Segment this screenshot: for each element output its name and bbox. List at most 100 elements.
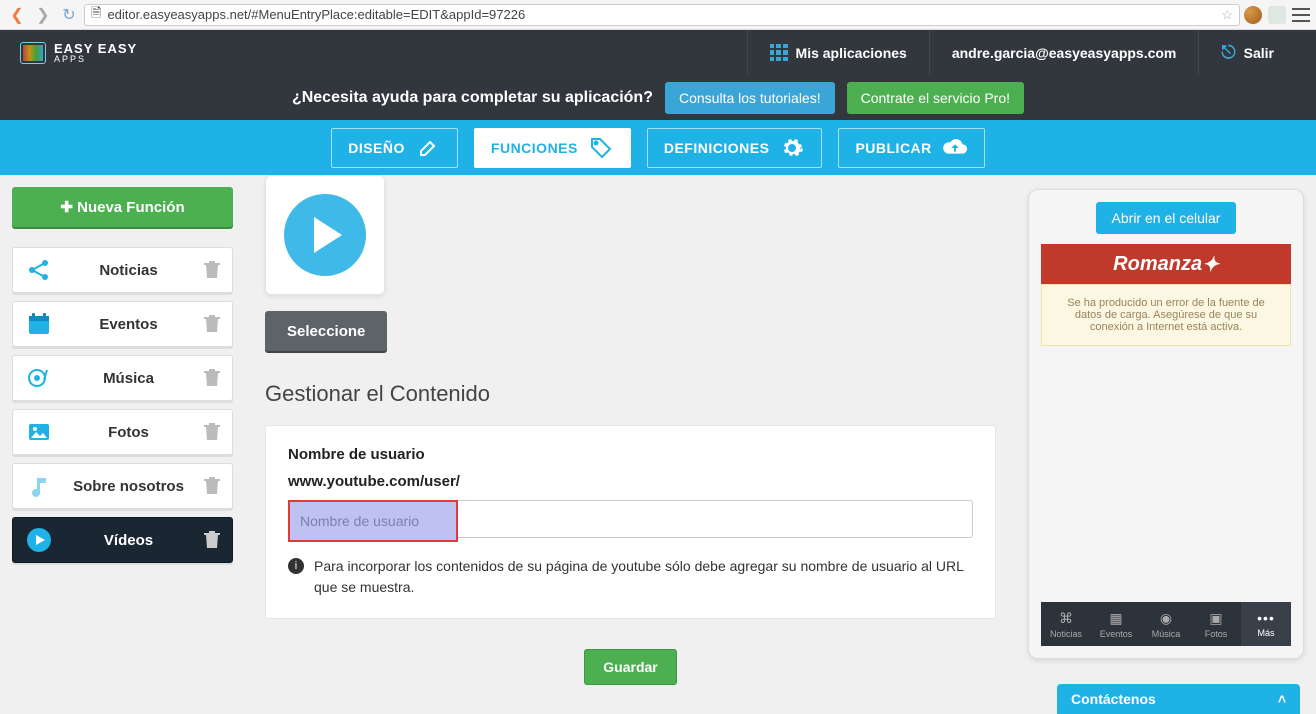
preview-app-title: Romanza bbox=[1113, 253, 1202, 276]
logo-line2: APPS bbox=[54, 55, 137, 64]
open-on-phone-button[interactable]: Abrir en el celular bbox=[1096, 202, 1237, 234]
browser-url-bar[interactable]: 🗎 editor.easyeasyapps.net/#MenuEntryPlac… bbox=[84, 4, 1240, 26]
help-question: ¿Necesita ayuda para completar su aplica… bbox=[292, 89, 653, 107]
tab-publish[interactable]: PUBLICAR bbox=[838, 128, 984, 168]
browser-chrome: ❮ ❯ ↻ 🗎 editor.easyeasyapps.net/#MenuEnt… bbox=[0, 0, 1316, 30]
cookie-extension-icon[interactable] bbox=[1244, 6, 1262, 24]
info-icon: i bbox=[288, 558, 304, 574]
phone-preview-panel: Abrir en el celular Romanza✦ Se ha produ… bbox=[1016, 175, 1316, 714]
plus-icon: ✚ bbox=[60, 199, 77, 216]
vinyl-icon bbox=[25, 364, 53, 392]
tab-publish-label: PUBLICAR bbox=[855, 140, 931, 156]
new-function-label: Nueva Función bbox=[77, 199, 185, 216]
field-label: Nombre de usuario bbox=[288, 446, 973, 463]
logo-icon bbox=[20, 42, 46, 64]
sidebar-item-label: Música bbox=[65, 370, 192, 387]
sidebar-item-fotos[interactable]: Fotos bbox=[12, 409, 233, 455]
preview-tab-noticias[interactable]: ⌘Noticias bbox=[1041, 602, 1091, 646]
page-icon: 🗎 bbox=[91, 4, 101, 26]
highlighted-input-wrapper bbox=[288, 500, 458, 542]
sidebar-item-label: Sobre nosotros bbox=[65, 478, 192, 495]
sidebar-item-label: Vídeos bbox=[65, 532, 192, 549]
preview-app-header: Romanza✦ bbox=[1041, 244, 1291, 284]
share-icon: ⌘ bbox=[1059, 610, 1073, 627]
tab-design-label: DISEÑO bbox=[348, 140, 405, 156]
my-apps-link[interactable]: Mis aplicaciones bbox=[747, 30, 929, 75]
sidebar-item-musica[interactable]: Música bbox=[12, 355, 233, 401]
sidebar-item-label: Noticias bbox=[65, 262, 192, 279]
exit-link[interactable]: ⎋ Salir bbox=[1198, 30, 1296, 75]
tab-design[interactable]: DISEÑO bbox=[331, 128, 458, 168]
save-button[interactable]: Guardar bbox=[584, 649, 676, 685]
calendar-icon: ▦ bbox=[1109, 610, 1122, 627]
trash-icon[interactable] bbox=[204, 369, 220, 387]
contact-label: Contáctenos bbox=[1071, 691, 1156, 707]
trash-icon[interactable] bbox=[204, 477, 220, 495]
apps-grid-icon bbox=[770, 44, 788, 62]
sidebar-item-label: Eventos bbox=[65, 316, 192, 333]
select-icon-button[interactable]: Seleccione bbox=[265, 311, 387, 351]
trash-icon[interactable] bbox=[204, 261, 220, 279]
bookmark-star-icon[interactable]: ☆ bbox=[1221, 7, 1233, 23]
music-note-icon bbox=[25, 472, 53, 500]
preview-tab-musica[interactable]: ◉Música bbox=[1141, 602, 1191, 646]
browser-back-button[interactable]: ❮ bbox=[6, 4, 28, 26]
new-function-button[interactable]: ✚ Nueva Función bbox=[12, 187, 233, 227]
browser-url: editor.easyeasyapps.net/#MenuEntryPlace:… bbox=[107, 7, 525, 22]
tag-icon bbox=[588, 135, 614, 161]
trash-icon[interactable] bbox=[204, 315, 220, 333]
user-email: andre.garcia@easyeasyapps.com bbox=[952, 45, 1177, 61]
hire-pro-button[interactable]: Contrate el servicio Pro! bbox=[847, 82, 1024, 114]
app-top-bar: EASY EASY APPS Mis aplicaciones andre.ga… bbox=[0, 30, 1316, 75]
browser-menu-icon[interactable] bbox=[1292, 8, 1310, 22]
preview-tab-eventos[interactable]: ▦Eventos bbox=[1091, 602, 1141, 646]
sidebar-item-eventos[interactable]: Eventos bbox=[12, 301, 233, 347]
extension-icon[interactable] bbox=[1268, 6, 1286, 24]
play-circle-icon bbox=[25, 526, 53, 554]
contact-us-bar[interactable]: Contáctenos ˄ bbox=[1057, 684, 1300, 714]
section-title: Gestionar el Contenido bbox=[265, 381, 996, 407]
exit-icon: ⎋ bbox=[1221, 42, 1235, 63]
url-prefix: www.youtube.com/user/ bbox=[288, 473, 973, 490]
hint-row: i Para incorporar los contenidos de su p… bbox=[288, 556, 973, 598]
chevron-up-icon: ˄ bbox=[1278, 691, 1286, 707]
my-apps-label: Mis aplicaciones bbox=[796, 45, 907, 61]
vinyl-icon: ◉ bbox=[1160, 610, 1172, 627]
tutorials-button[interactable]: Consulta los tutoriales! bbox=[665, 82, 835, 114]
user-email-link[interactable]: andre.garcia@easyeasyapps.com bbox=[929, 30, 1199, 75]
help-bar: ¿Necesita ayuda para completar su aplica… bbox=[0, 75, 1316, 120]
cloud-upload-icon bbox=[942, 135, 968, 161]
gear-icon bbox=[779, 135, 805, 161]
exit-label: Salir bbox=[1244, 45, 1274, 61]
image-icon bbox=[25, 418, 53, 446]
image-icon: ▣ bbox=[1209, 610, 1222, 627]
username-input-tail[interactable] bbox=[458, 500, 973, 538]
icon-preview-box bbox=[265, 175, 385, 295]
brush-icon bbox=[415, 135, 441, 161]
preview-tab-fotos[interactable]: ▣Fotos bbox=[1191, 602, 1241, 646]
preview-tab-mas[interactable]: •••Más bbox=[1241, 602, 1291, 646]
trash-icon[interactable] bbox=[204, 531, 220, 549]
tab-functions[interactable]: FUNCIONES bbox=[474, 128, 631, 168]
sidebar: ✚ Nueva Función Noticias Eventos Música … bbox=[0, 175, 245, 714]
app-logo[interactable]: EASY EASY APPS bbox=[20, 42, 137, 64]
browser-forward-button[interactable]: ❯ bbox=[32, 4, 54, 26]
sidebar-item-noticias[interactable]: Noticias bbox=[12, 247, 233, 293]
content-card: Nombre de usuario www.youtube.com/user/ … bbox=[265, 425, 996, 619]
tab-functions-label: FUNCIONES bbox=[491, 140, 578, 156]
content-area: Seleccione Gestionar el Contenido Nombre… bbox=[245, 175, 1016, 714]
sidebar-item-videos[interactable]: Vídeos bbox=[12, 517, 233, 563]
tab-definitions-label: DEFINICIONES bbox=[664, 140, 770, 156]
more-icon: ••• bbox=[1257, 610, 1275, 626]
preview-error-message: Se ha producido un error de la fuente de… bbox=[1041, 284, 1291, 346]
trash-icon[interactable] bbox=[204, 423, 220, 441]
tab-definitions[interactable]: DEFINICIONES bbox=[647, 128, 823, 168]
sparkle-icon: ✦ bbox=[1202, 252, 1219, 277]
main-tabs: DISEÑO FUNCIONES DEFINICIONES PUBLICAR bbox=[0, 120, 1316, 175]
preview-footer: ⌘Noticias ▦Eventos ◉Música ▣Fotos •••Más bbox=[1041, 602, 1291, 646]
sidebar-item-sobre-nosotros[interactable]: Sobre nosotros bbox=[12, 463, 233, 509]
browser-reload-button[interactable]: ↻ bbox=[58, 4, 80, 26]
share-icon bbox=[25, 256, 53, 284]
play-icon bbox=[284, 194, 366, 276]
username-input[interactable] bbox=[290, 502, 456, 540]
